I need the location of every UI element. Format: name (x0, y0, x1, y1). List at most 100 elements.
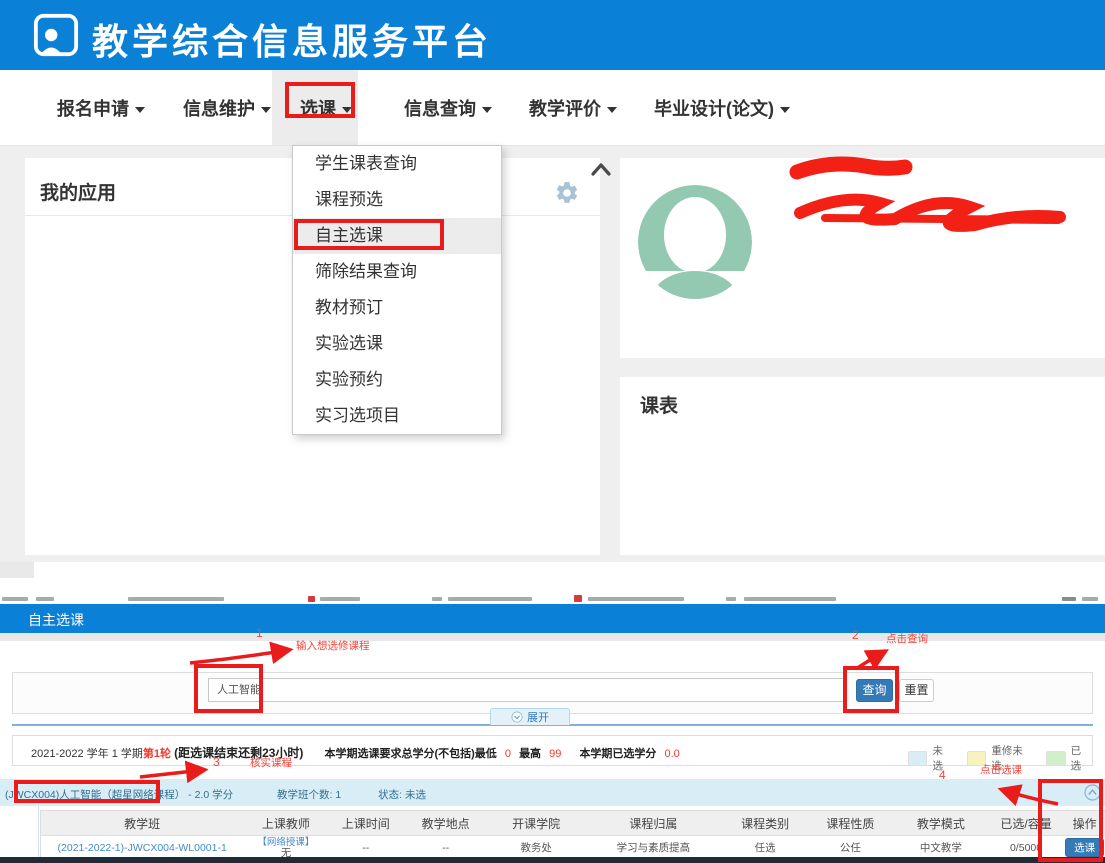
course-status: 状态: 未选 (378, 789, 426, 801)
course-class-count: 教学班个数: 1 (277, 789, 341, 801)
menu-item-lab-course-select[interactable]: 实验选课 (293, 326, 501, 362)
category-cell: 任选 (723, 836, 808, 859)
legend-label: 已选 (1071, 743, 1091, 773)
bookmark-item (2, 597, 28, 601)
bookmark-item (1082, 597, 1098, 601)
bottom-edge (0, 857, 1105, 863)
bookmark-item (1062, 597, 1076, 601)
nav-item-teaching-eval[interactable]: 教学评价 (529, 95, 617, 121)
divider (38, 806, 39, 857)
screenshot-stage: 教学综合信息服务平台 报名申请 信息维护 选课 信息查询 教学评价 毕业设计(论… (0, 0, 1105, 863)
bookmark-item (744, 597, 836, 601)
profile-card (620, 158, 1105, 358)
caret-down-icon (482, 107, 492, 113)
caret-down-icon (607, 107, 617, 113)
avatar (638, 185, 752, 299)
caret-down-icon (135, 107, 145, 113)
col-header: 课程归属 (584, 811, 722, 835)
status-legend: 未选 重修未选 已选 (908, 743, 1105, 773)
bookmark-item (320, 597, 360, 601)
app-header: 教学综合信息服务平台 (0, 0, 1105, 70)
course-search-input[interactable]: 人工智能 (208, 678, 845, 702)
belong-cell: 学习与素质提高 (584, 836, 722, 859)
bookmark-item (128, 597, 224, 601)
action-cell: 选课 (1063, 836, 1105, 859)
caret-down-icon (261, 107, 271, 113)
annotation-arrow-3 (140, 770, 203, 777)
col-header: 上课时间 (329, 811, 404, 835)
nav-item-graduation-design[interactable]: 毕业设计(论文) (654, 95, 790, 121)
expand-label: 展开 (527, 709, 549, 725)
menu-item-filter-result-query[interactable]: 筛除结果查询 (293, 254, 501, 290)
bookmark-item (36, 597, 54, 601)
col-header: 教学地点 (403, 811, 488, 835)
table-row: (2021-2022-1)-JWCX004-WL0001-1 【网络授课】 无 … (41, 836, 1105, 859)
schedule-card: 课表 (620, 377, 1105, 555)
bookmark-icon (574, 595, 582, 602)
bookmark-item (588, 597, 684, 601)
nav-item-enroll[interactable]: 报名申请 (57, 95, 145, 121)
col-header: 课程性质 (808, 811, 893, 835)
menu-item-internship-select[interactable]: 实习选项目 (293, 398, 501, 434)
menu-item-textbook-order[interactable]: 教材预订 (293, 290, 501, 326)
subpage-title: 自主选课 (28, 610, 84, 630)
schedule-title: 课表 (640, 391, 678, 418)
col-header: 上课教师 (243, 811, 328, 835)
bookmarks-bar (0, 594, 1105, 604)
my-apps-title: 我的应用 (40, 178, 116, 205)
table-header-row: 教学班 上课教师 上课时间 教学地点 开课学院 课程归属 课程类别 课程性质 教… (41, 810, 1105, 836)
expand-toggle[interactable]: 展开 (490, 708, 570, 725)
query-button[interactable]: 查询 (856, 679, 893, 702)
menu-item-self-course-select[interactable]: 自主选课 (293, 218, 501, 254)
legend-swatch-selected (1046, 751, 1065, 766)
teaching-tag: 【网络授课】 (257, 838, 314, 848)
collapse-circle-icon[interactable] (1084, 784, 1101, 801)
caret-down-icon (780, 107, 790, 113)
annotation-arrow-1 (190, 650, 288, 663)
time-cell: -- (329, 836, 404, 859)
semester-info: 2021-2022 学年 1 学期第1轮 (距选课结束还剩23小时) 本学期选课… (31, 744, 685, 761)
place-cell: -- (403, 836, 488, 859)
legend-label: 重修未选 (991, 743, 1032, 773)
legend-swatch-unselected (908, 751, 927, 766)
class-table: 教学班 上课教师 上课时间 教学地点 开课学院 课程归属 课程类别 课程性质 教… (40, 810, 1105, 859)
select-course-button[interactable]: 选课 (1065, 838, 1104, 857)
nav-item-info-maintain[interactable]: 信息维护 (183, 95, 271, 121)
course-select-dropdown: 学生课表查询 课程预选 自主选课 筛除结果查询 教材预订 实验选课 实验预约 实… (292, 145, 502, 435)
subpage-strip (0, 633, 1105, 641)
course-group-header[interactable]: (JWCX004)人工智能（超星网络课程） - 2.0 学分 教学班个数: 1 … (0, 779, 1105, 806)
college-cell: 教务处 (488, 836, 584, 859)
nature-cell: 公任 (808, 836, 893, 859)
bookmark-icon (308, 596, 315, 602)
col-header: 已选/容量 (989, 811, 1064, 835)
bookmark-item (726, 597, 736, 601)
col-header: 课程类别 (723, 811, 808, 835)
mode-cell: 中文教学 (893, 836, 989, 859)
course-name: (JWCX004)人工智能（超星网络课程） - 2.0 学分 (5, 789, 233, 801)
legend-swatch-retake (967, 751, 986, 766)
caret-down-icon (342, 107, 352, 113)
nav-item-course-select[interactable]: 选课 (300, 95, 352, 121)
col-header: 教学班 (41, 811, 243, 835)
legend-label: 未选 (932, 743, 952, 773)
teacher-name: 无 (281, 848, 292, 858)
class-id-cell: (2021-2022-1)-JWCX004-WL0001-1 (41, 836, 243, 859)
teacher-cell: 【网络授课】 无 (243, 836, 328, 859)
chevron-up-icon[interactable] (590, 162, 612, 177)
annotation-arrow-2 (856, 652, 884, 669)
page-background-edge (0, 562, 34, 578)
nav-item-info-query[interactable]: 信息查询 (404, 95, 492, 121)
col-header: 开课学院 (488, 811, 584, 835)
app-title: 教学综合信息服务平台 (92, 13, 492, 65)
capacity-cell: 0/5000 (989, 836, 1064, 859)
col-header: 教学模式 (893, 811, 989, 835)
gear-icon[interactable] (554, 180, 580, 206)
col-header: 操作 (1063, 811, 1105, 835)
bookmark-item (432, 597, 442, 601)
platform-logo-icon (33, 12, 79, 58)
menu-item-course-preselect[interactable]: 课程预选 (293, 182, 501, 218)
menu-item-lab-reserve[interactable]: 实验预约 (293, 362, 501, 398)
reset-button[interactable]: 重置 (899, 679, 934, 702)
bookmark-item (448, 597, 532, 601)
menu-item-student-timetable[interactable]: 学生课表查询 (293, 146, 501, 182)
